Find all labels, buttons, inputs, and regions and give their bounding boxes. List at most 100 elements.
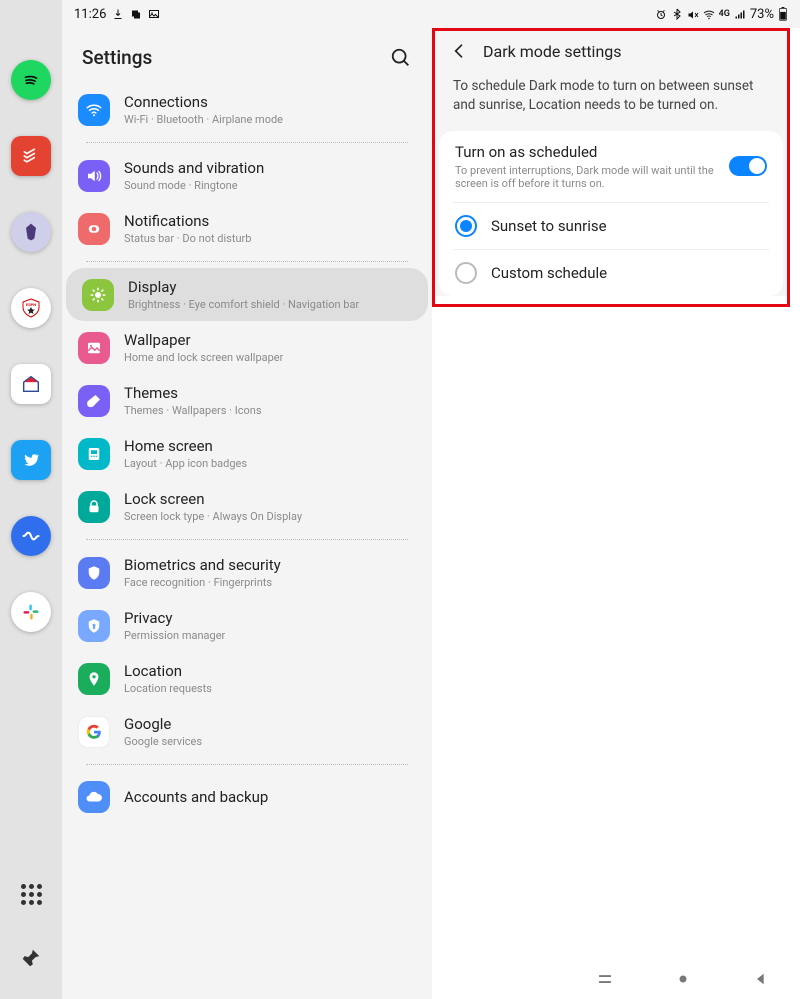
item-sub: Face recognition · Fingerprints	[124, 576, 281, 589]
edge-panel: ESPN	[0, 0, 62, 999]
cloud-icon	[78, 781, 110, 813]
recents-button[interactable]	[596, 970, 614, 988]
pin-icon	[78, 663, 110, 695]
item-title: Sounds and vibration	[124, 159, 264, 177]
detail-pane: Dark mode settings To schedule Dark mode…	[432, 28, 800, 999]
item-sub: Wi-Fi · Bluetooth · Airplane mode	[124, 113, 283, 126]
svg-text:ESPN: ESPN	[26, 302, 36, 307]
gem-icon	[21, 222, 41, 242]
edge-app-rewind[interactable]	[11, 516, 51, 556]
edge-app-todoist[interactable]	[11, 136, 51, 176]
settings-pane: Settings Connections Wi-Fi · Bluetooth ·…	[62, 28, 432, 999]
detail-note: To schedule Dark mode to turn on between…	[435, 71, 787, 131]
edge-app-home[interactable]	[11, 364, 51, 404]
settings-item-notifications[interactable]: Notifications Status bar · Do not distur…	[62, 202, 432, 255]
item-title: Notifications	[124, 212, 251, 230]
back-icon[interactable]	[449, 41, 469, 61]
item-title: Privacy	[124, 609, 225, 627]
item-sub: Permission manager	[124, 629, 225, 642]
wave-icon	[21, 526, 41, 546]
battery-pct: 73%	[750, 7, 774, 22]
divider	[86, 764, 408, 765]
sound-icon	[78, 160, 110, 192]
scheduled-row[interactable]: Turn on as scheduled To prevent interrup…	[439, 131, 783, 202]
pin-icon[interactable]	[20, 947, 42, 969]
option-label: Sunset to sunrise	[491, 217, 607, 235]
annotation-box: Dark mode settings To schedule Dark mode…	[432, 28, 790, 307]
item-title: Display	[128, 278, 359, 296]
spotify-icon	[20, 69, 42, 91]
item-title: Lock screen	[124, 490, 302, 508]
option-sunset[interactable]: Sunset to sunrise	[439, 203, 783, 249]
back-button[interactable]	[752, 970, 770, 988]
item-sub: Sound mode · Ringtone	[124, 179, 264, 192]
item-sub: Google services	[124, 735, 202, 748]
settings-item-biometrics[interactable]: Biometrics and security Face recognition…	[62, 546, 432, 599]
settings-item-accounts[interactable]: Accounts and backup	[62, 771, 432, 823]
card-icon	[130, 8, 142, 20]
mute-icon	[687, 8, 699, 20]
item-sub: Screen lock type · Always On Display	[124, 510, 302, 523]
divider	[86, 142, 408, 143]
item-title: Wallpaper	[124, 331, 283, 349]
edge-app-obsidian[interactable]	[11, 212, 51, 252]
lock-icon	[78, 491, 110, 523]
search-icon[interactable]	[390, 47, 412, 69]
item-sub: Layout · App icon badges	[124, 457, 247, 470]
home-button[interactable]	[674, 970, 692, 988]
battery-icon	[778, 7, 788, 21]
radio-selected-icon[interactable]	[455, 215, 477, 237]
settings-item-privacy[interactable]: Privacy Permission manager	[62, 599, 432, 652]
shield-icon	[78, 557, 110, 589]
settings-item-google[interactable]: Google Google services	[62, 705, 432, 758]
item-title: Google	[124, 715, 202, 733]
settings-item-sounds[interactable]: Sounds and vibration Sound mode · Ringto…	[62, 149, 432, 202]
twitter-icon	[22, 451, 40, 469]
item-title: Themes	[124, 384, 262, 402]
image-icon	[148, 8, 160, 20]
detail-title: Dark mode settings	[483, 42, 622, 61]
option-custom[interactable]: Custom schedule	[439, 250, 783, 296]
settings-item-location[interactable]: Location Location requests	[62, 652, 432, 705]
signal-icon	[734, 8, 746, 20]
settings-item-display[interactable]: Display Brightness · Eye comfort shield …	[66, 268, 428, 321]
scheduled-toggle[interactable]	[729, 156, 767, 176]
todoist-icon	[21, 146, 41, 166]
item-sub: Themes · Wallpapers · Icons	[124, 404, 262, 417]
edge-app-twitter[interactable]	[11, 440, 51, 480]
item-title: Home screen	[124, 437, 247, 455]
item-sub: Brightness · Eye comfort shield · Naviga…	[128, 298, 359, 311]
settings-item-lockscreen[interactable]: Lock screen Screen lock type · Always On…	[62, 480, 432, 533]
slack-icon	[21, 602, 41, 622]
bell-icon	[78, 213, 110, 245]
settings-item-connections[interactable]: Connections Wi-Fi · Bluetooth · Airplane…	[62, 83, 432, 136]
image-icon	[78, 332, 110, 364]
apps-grid-icon[interactable]	[18, 881, 44, 907]
shield-star-icon: ESPN	[19, 296, 43, 320]
navigation-bar	[432, 959, 800, 999]
scheduled-sub: To prevent interruptions, Dark mode will…	[455, 164, 715, 190]
item-title: Accounts and backup	[124, 788, 268, 806]
scheduled-title: Turn on as scheduled	[455, 143, 715, 161]
settings-item-themes[interactable]: Themes Themes · Wallpapers · Icons	[62, 374, 432, 427]
network-label: 4G	[719, 9, 730, 19]
home-icon	[78, 438, 110, 470]
settings-item-wallpaper[interactable]: Wallpaper Home and lock screen wallpaper	[62, 321, 432, 374]
divider	[86, 261, 408, 262]
wifi-icon	[703, 8, 715, 20]
wifi-icon	[78, 94, 110, 126]
edge-app-spotify[interactable]	[11, 60, 51, 100]
item-title: Biometrics and security	[124, 556, 281, 574]
brush-icon	[78, 385, 110, 417]
status-time: 11:26	[74, 7, 106, 22]
edge-app-espn[interactable]: ESPN	[11, 288, 51, 328]
item-title: Connections	[124, 93, 283, 111]
edge-app-slack[interactable]	[11, 592, 51, 632]
radio-unselected-icon[interactable]	[455, 262, 477, 284]
divider	[86, 539, 408, 540]
bluetooth-icon	[671, 8, 683, 20]
option-label: Custom schedule	[491, 264, 607, 282]
google-icon	[78, 716, 110, 748]
settings-title: Settings	[82, 46, 152, 69]
settings-item-homescreen[interactable]: Home screen Layout · App icon badges	[62, 427, 432, 480]
